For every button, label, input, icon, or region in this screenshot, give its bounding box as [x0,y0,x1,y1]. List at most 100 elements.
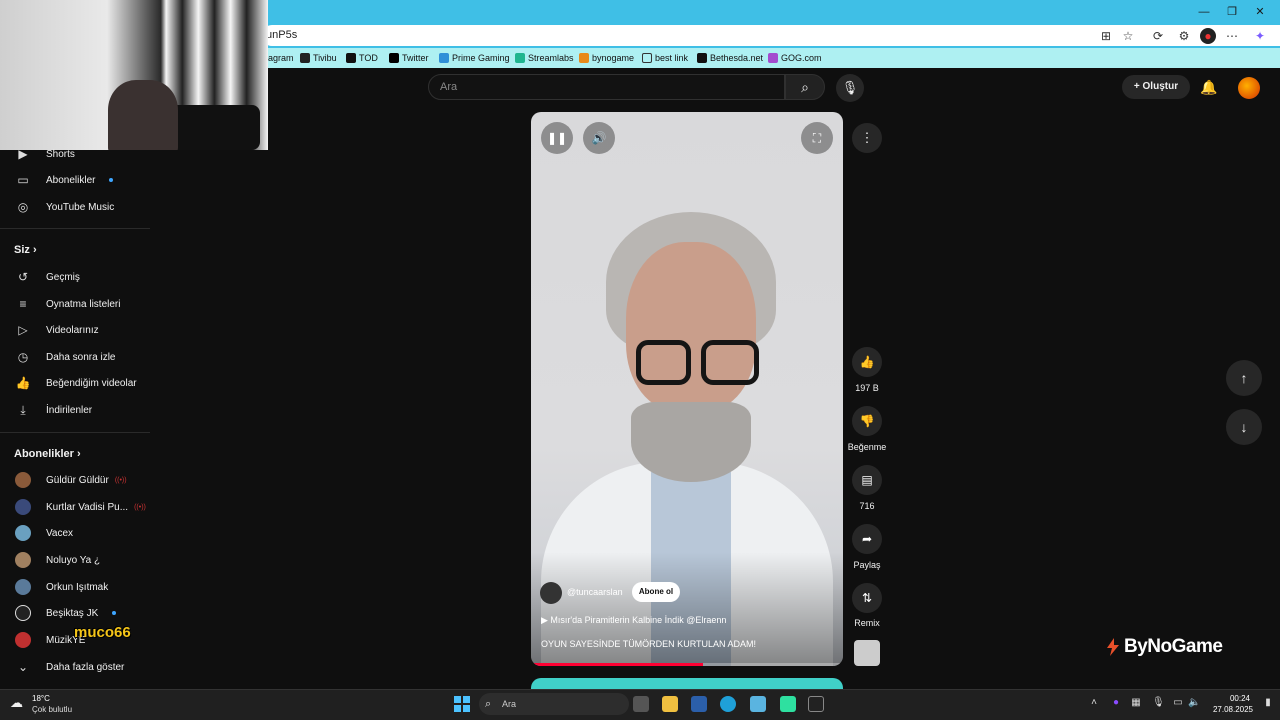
menu-icon[interactable]: ⋯ [1224,28,1240,44]
sidebar-item-subscriptions[interactable]: ▭ Abonelikler [0,167,150,193]
sidebar-item-shorts[interactable]: ▶ Shorts [0,141,150,167]
pause-button[interactable]: ❚❚ [541,122,573,154]
previous-short-button[interactable]: ↑ [1226,360,1262,396]
sidebar-show-more[interactable]: ⌄ Daha fazla göster [0,654,150,680]
bynogame-icon [579,53,589,63]
mail-icon[interactable] [691,696,707,712]
file-explorer-icon[interactable] [662,696,678,712]
maximize-icon[interactable]: ❐ [1218,4,1246,20]
comment-count: 716 [859,501,875,511]
sidebar-section-you[interactable]: Siz › [14,244,37,256]
favorite-star-icon[interactable]: ☆ [1120,28,1136,44]
sound-thumbnail[interactable] [854,640,880,666]
speaker-icon[interactable]: 🔈 [1188,697,1200,709]
sidebar-channel[interactable]: Vacex [0,520,150,546]
minimize-icon[interactable]: — [1190,4,1218,20]
sidebar-item-youtube-music[interactable]: ◎ YouTube Music [0,194,150,220]
sidebar-item-downloads[interactable]: ⤓ İndirilenler [0,397,150,423]
profile-icon[interactable]: ● [1200,28,1216,44]
webcam-overlay [0,0,268,150]
microphone-icon[interactable]: 🎙 [1152,697,1165,709]
copilot-icon[interactable]: ✦ [1252,28,1268,44]
bookmark-item[interactable]: Streamlabs [515,51,574,65]
close-icon[interactable]: ✕ [1246,4,1274,20]
search-input[interactable] [428,74,785,100]
sidebar-channel[interactable]: Kurtlar Vadisi Pu... ((•)) [0,494,150,520]
bynogame-logo-icon [1107,638,1119,656]
notifications-bell-icon[interactable]: 🔔 [1199,77,1219,97]
webcam-person [108,80,178,150]
bookmark-item[interactable]: TOD [346,51,378,65]
tray-app-icon[interactable]: ▦ [1130,697,1142,709]
weather-desc[interactable]: Çok bulutlu [32,705,72,714]
task-view-icon[interactable] [633,696,649,712]
tray-app-icon[interactable]: ● [1110,697,1122,709]
channel-name[interactable]: @tuncaarslan [567,587,623,597]
create-button[interactable]: + Oluştur [1122,75,1190,99]
plus-icon: + [1133,81,1143,92]
tod-icon [346,53,356,63]
live-icon: ((•)) [134,503,146,511]
bookmark-item[interactable]: Prime Gaming [439,51,510,65]
next-short-button[interactable]: ↓ [1226,409,1262,445]
sidebar-channel[interactable]: Noluyo Ya ¿ [0,547,150,573]
bookmark-item[interactable]: Twitter [389,51,429,65]
cloud-icon[interactable]: ☁ [10,695,28,710]
x-twitter-icon [389,53,399,63]
bookmark-item[interactable]: Tivibu [300,51,337,65]
sidebar-channel[interactable]: Güldür Güldür ((•)) [0,467,150,493]
bookmark-item[interactable]: GOG.com [768,51,822,65]
dislike-button[interactable]: 👎 [852,406,882,436]
search-icon: ⌕ [801,79,809,95]
comments-button[interactable]: ▤ [852,465,882,495]
bookmark-item[interactable]: bynogame [579,51,634,65]
video-title[interactable]: ▶ Mısır'da Piramitlerin Kalbine İndik @E… [541,615,726,626]
remix-button[interactable]: ⇅ [852,583,882,613]
sidebar-item-your-videos[interactable]: ▷ Videolarınız [0,317,150,343]
network-icon[interactable]: ▭ [1172,697,1184,709]
sidebar-item-liked-videos[interactable]: 👍 Beğendiğim videolar [0,370,150,396]
channel-avatar[interactable] [540,582,562,604]
windows-start-icon[interactable] [454,696,470,712]
sidebar-channel[interactable]: Orkun Işıtmak [0,574,150,600]
sidebar-channel[interactable]: Beşiktaş JK [0,600,150,626]
like-button[interactable]: 👍 [852,347,882,377]
search-button[interactable]: ⌕ [785,74,825,100]
photos-icon[interactable] [750,696,766,712]
shorts-video-player[interactable]: ❚❚ 🔊 ⛶ @tuncaarslan Abone ol ▶ Mısır'da … [531,112,843,666]
notification-center-icon[interactable]: ▮ [1262,697,1274,709]
play-small-icon: ▶ [541,615,551,625]
live-icon: ((•)) [114,476,127,484]
weather-temp[interactable]: 18°C [32,694,50,703]
app-available-icon[interactable]: ⊞ [1098,28,1114,44]
sidebar-section-subscriptions[interactable]: Abonelikler › [14,448,81,460]
comment-icon: ▤ [861,473,873,487]
sidebar-item-watch-later[interactable]: ◷ Daha sonra izle [0,344,150,370]
refresh-icon[interactable]: ⟳ [1150,28,1166,44]
url-text[interactable]: unP5s [266,29,297,41]
clock-time[interactable]: 00:24 [1222,694,1258,703]
sidebar-item-history[interactable]: ↺ Geçmiş [0,264,150,290]
more-options-button[interactable]: ⋮ [852,123,882,153]
subscribe-button[interactable]: Abone ol [632,582,680,602]
epic-games-icon[interactable] [808,696,824,712]
search-icon: ⌕ [485,698,492,710]
fullscreen-button[interactable]: ⛶ [801,122,833,154]
folder-icon [642,53,652,63]
bookmark-folder[interactable]: best link [642,51,688,65]
bookmark-item[interactable]: agram [268,51,294,65]
bookmark-item[interactable]: Bethesda.net [697,51,763,65]
tivibu-icon [300,53,310,63]
video-subject-glasses [701,340,759,385]
chevron-up-icon[interactable]: ˄ [1088,697,1100,709]
thumbs-up-icon: 👍 [15,376,31,390]
avatar[interactable] [1238,77,1260,99]
clock-date[interactable]: 27.08.2025 [1208,705,1258,714]
sidebar-item-playlists[interactable]: ≡ Oynatma listeleri [0,291,150,317]
edge-browser-icon[interactable] [720,696,736,712]
voice-search-button[interactable]: 🎙 [836,74,864,102]
share-button[interactable]: ➦ [852,524,882,554]
app-icon[interactable] [780,696,796,712]
volume-button[interactable]: 🔊 [583,122,615,154]
extensions-icon[interactable]: ⚙ [1176,28,1192,44]
